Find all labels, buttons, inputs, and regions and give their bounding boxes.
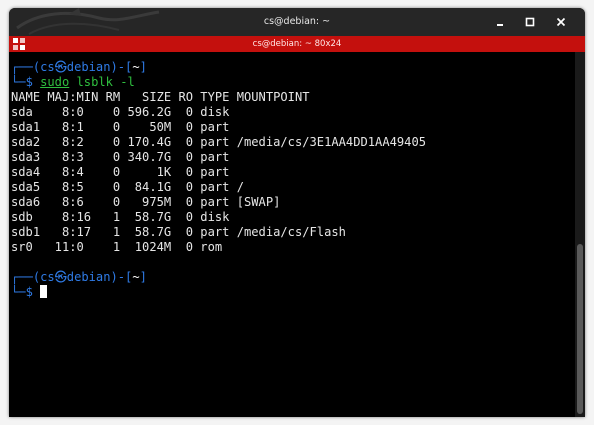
input-line[interactable]: └─$ [11,285,426,300]
output-line: sda5 8:5 0 84.1G 0 part / [11,180,244,194]
prompt-host: debian [66,60,111,74]
prompt-line-top: ┌──(cs㉿debian)-[~] [11,60,426,75]
scrollbar-thumb[interactable] [577,244,583,414]
prompt-user: cs [40,270,55,284]
terminal-window: cs@debian: ~ cs@debian: ~ 80x24 ┌──(cs㉿d… [9,8,585,417]
output-line: sda1 8:1 0 50M 0 part [11,120,230,134]
maximize-button[interactable] [518,10,542,34]
prompt-dollar: $ [25,75,33,89]
command-line: └─$ sudo lsblk -l [11,75,426,90]
window-titlebar[interactable]: cs@debian: ~ [9,8,585,36]
prompt-at-symbol: ㉿ [54,270,67,284]
output-line: sda6 8:6 0 975M 0 part [SWAP] [11,195,281,209]
text-cursor [40,285,48,298]
scrollbar[interactable] [575,52,585,417]
tab-title: cs@debian: ~ 80x24 [252,39,342,49]
prompt-cwd: ~ [132,270,140,284]
tab-bar: cs@debian: ~ 80x24 [9,36,585,52]
close-button[interactable] [549,10,573,34]
prompt-corner-top: ┌──( [11,60,41,74]
prompt-separator: )-[ [110,60,133,74]
output-line: sda4 8:4 0 1K 0 part [11,165,230,179]
prompt-line-top: ┌──(cs㉿debian)-[~] [11,270,426,285]
output-line: sdb 8:16 1 58.7G 0 disk [11,210,230,224]
desktop: cs@debian: ~ cs@debian: ~ 80x24 ┌──(cs㉿d… [0,0,594,425]
prompt-user: cs [40,60,55,74]
prompt-cwd: ~ [132,60,140,74]
prompt-corner-bottom: └─ [11,285,26,299]
output-line: sdb1 8:17 1 58.7G 0 part /media/cs/Flash [11,225,346,239]
output-line: sda3 8:3 0 340.7G 0 part [11,150,230,164]
command-program: sudo [40,75,70,89]
output-line: NAME MAJ:MIN RM SIZE RO TYPE MOUNTPOINT [11,90,310,104]
prompt-corner-top: ┌──( [11,270,41,284]
prompt-separator: )-[ [110,270,133,284]
output-line: sda 8:0 0 596.2G 0 disk [11,105,230,119]
prompt-close-bracket: ] [139,60,147,74]
prompt-host: debian [66,270,111,284]
prompt-at-symbol: ㉿ [54,60,67,74]
prompt-close-bracket: ] [139,270,147,284]
minimize-icon [497,24,503,26]
prompt-dollar: $ [25,285,33,299]
command-args: lsblk -l [76,75,135,89]
minimize-button[interactable] [488,10,512,34]
maximize-icon [525,17,535,27]
terminal-text: ┌──(cs㉿debian)-[~] └─$ sudo lsblk -l NAME … [11,60,426,300]
prompt-corner-bottom: └─ [11,75,26,89]
terminal-area[interactable]: ┌──(cs㉿debian)-[~] └─$ sudo lsblk -l NAME … [9,52,575,417]
output-line: sda2 8:2 0 170.4G 0 part /media/cs/3E1AA… [11,135,427,149]
output-line: sr0 11:0 1 1024M 0 rom [11,240,223,254]
close-icon [556,17,566,27]
